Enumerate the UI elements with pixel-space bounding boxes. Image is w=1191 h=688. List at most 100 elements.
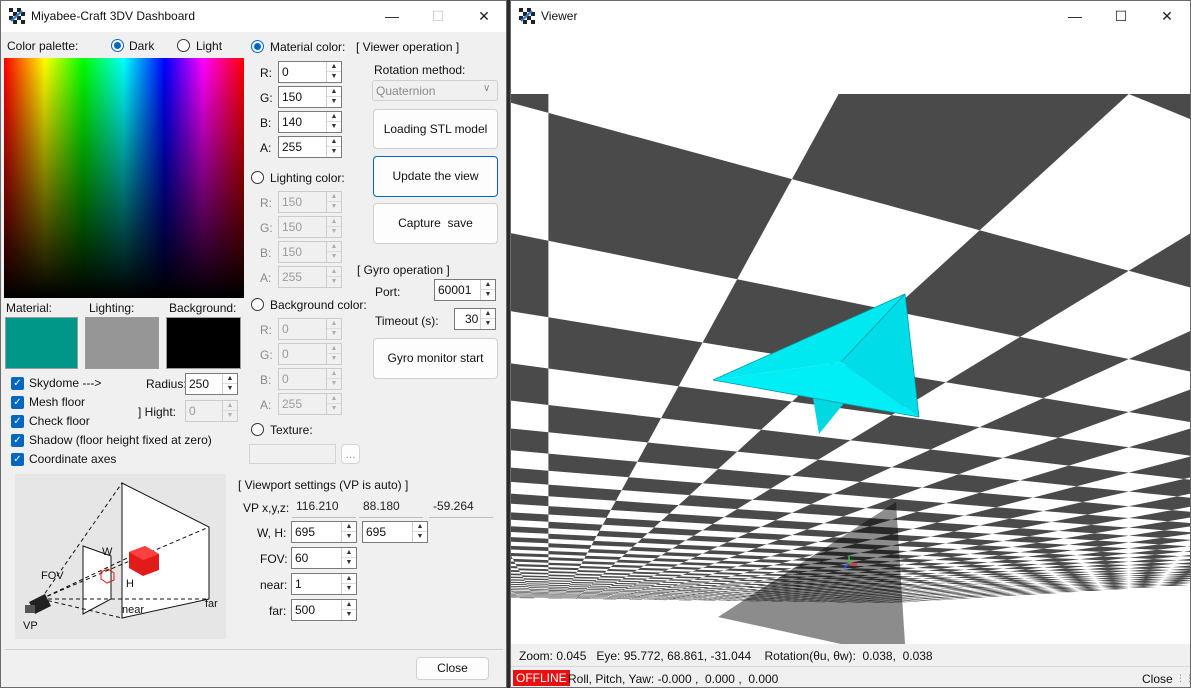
check-floor-checkbox[interactable]: ✓ (11, 415, 24, 428)
material-r-stepper[interactable]: 0 ▲ ▼ (278, 61, 342, 83)
material-g-stepper[interactable]: 150 ▲ ▼ (278, 86, 342, 108)
rotation-method-value: Quaternion (376, 84, 436, 98)
theme-light-radio[interactable] (177, 39, 190, 52)
material-swatch[interactable] (5, 317, 78, 369)
spin-up-icon[interactable]: ▲ (327, 137, 341, 147)
spin-down-icon[interactable]: ▼ (342, 610, 356, 620)
spin-down-icon[interactable]: ▼ (327, 97, 341, 107)
background-b-label: B: (260, 373, 272, 387)
spin-up-icon[interactable]: ▲ (327, 112, 341, 122)
coordinate-axes-checkbox[interactable]: ✓ (11, 453, 24, 466)
spin-down-icon[interactable]: ▼ (327, 122, 341, 132)
check-floor-label[interactable]: Check floor (29, 414, 90, 428)
spin-up-icon[interactable]: ▲ (342, 600, 356, 610)
spin-up-icon[interactable]: ▲ (481, 309, 495, 319)
color-palette-spectrum[interactable] (4, 58, 244, 298)
mesh-floor-checkbox[interactable]: ✓ (11, 396, 24, 409)
background-color-radio[interactable] (251, 298, 264, 311)
fov-stepper[interactable]: 60 ▲ ▼ (291, 547, 357, 569)
spin-down-icon[interactable]: ▼ (223, 384, 237, 394)
spin-up-icon[interactable]: ▲ (342, 574, 356, 584)
dashboard-close-button[interactable]: Close (416, 657, 489, 680)
close-window-button[interactable]: ✕ (461, 1, 506, 32)
spin-up-icon[interactable]: ▲ (327, 87, 341, 97)
viewer-3d-canvas[interactable] (511, 32, 1190, 644)
lighting-color-label[interactable]: Lighting color: (270, 171, 345, 185)
viewer-maximize-button[interactable]: ☐ (1098, 1, 1144, 32)
hight-label: ] Hight: (138, 405, 177, 419)
height-stepper[interactable]: 695 ▲ ▼ (362, 521, 428, 543)
viewer-close-label[interactable]: Close (1142, 672, 1173, 686)
viewer-close-window-button[interactable]: ✕ (1144, 1, 1190, 32)
background-r-stepper: 0 ▲ ▼ (278, 318, 342, 340)
material-a-stepper[interactable]: 255 ▲ ▼ (278, 136, 342, 158)
spin-down-icon: ▼ (330, 405, 338, 412)
update-view-button[interactable]: Update the view (373, 156, 498, 197)
viewer-titlebar[interactable]: Viewer — ☐ ✕ (511, 1, 1190, 32)
spin-down-icon[interactable]: ▼ (342, 558, 356, 568)
material-color-label[interactable]: Material color: (270, 40, 345, 54)
coordinate-axes-label[interactable]: Coordinate axes (29, 452, 116, 466)
lighting-r-label: R: (260, 196, 272, 210)
near-stepper[interactable]: 1 ▲ ▼ (291, 573, 357, 595)
lighting-g-stepper: 150 ▲ ▼ (278, 216, 342, 238)
spin-down-icon[interactable]: ▼ (327, 147, 341, 157)
far-label: far: (269, 604, 287, 618)
material-color-radio[interactable] (251, 40, 264, 53)
spin-up-icon[interactable]: ▲ (342, 548, 356, 558)
background-r-value: 0 (282, 322, 289, 336)
spin-down-icon[interactable]: ▼ (342, 532, 356, 542)
swatch-material-label: Material: (6, 301, 53, 315)
chevron-down-icon: ∨ (483, 83, 491, 94)
material-b-stepper[interactable]: 140 ▲ ▼ (278, 111, 342, 133)
viewer-minimize-button[interactable]: — (1052, 1, 1098, 32)
theme-dark-label[interactable]: Dark (129, 39, 154, 53)
spin-up-icon: ▲ (327, 242, 341, 252)
radius-stepper[interactable]: 250 ▲ ▼ (185, 373, 238, 395)
background-color-label[interactable]: Background color: (270, 298, 367, 312)
texture-radio[interactable] (251, 423, 264, 436)
lighting-swatch[interactable] (85, 317, 159, 369)
loading-stl-button[interactable]: Loading STL model (373, 109, 498, 149)
resize-grip-icon[interactable]: ⋮⋮ (1176, 673, 1190, 684)
spin-up-icon: ▲ (327, 344, 341, 354)
spin-down-icon[interactable]: ▼ (327, 72, 341, 82)
spin-up-icon[interactable]: ▲ (481, 280, 495, 290)
dashboard-titlebar[interactable]: Miyabee-Craft 3DV Dashboard — ☐ ✕ (1, 1, 506, 32)
spin-down-icon[interactable]: ▼ (481, 290, 495, 300)
theme-light-label[interactable]: Light (196, 39, 222, 53)
gyro-monitor-button[interactable]: Gyro monitor start (373, 338, 498, 379)
shadow-label[interactable]: Shadow (floor height fixed at zero) (29, 433, 212, 447)
port-stepper[interactable]: 60001 ▲ ▼ (434, 279, 496, 301)
skydome-label[interactable]: Skydome ---> (29, 376, 101, 390)
background-swatch[interactable] (166, 317, 241, 369)
spin-up-icon[interactable]: ▲ (223, 374, 237, 384)
timeout-stepper[interactable]: 30 ▲ ▼ (454, 308, 496, 330)
lighting-color-radio[interactable] (251, 171, 264, 184)
spin-down-icon[interactable]: ▼ (413, 532, 427, 542)
vp-z-value: -59.264 (429, 496, 493, 518)
lighting-g-value: 150 (282, 220, 303, 234)
lighting-a-stepper: 255 ▲ ▼ (278, 266, 342, 288)
spin-down-icon[interactable]: ▼ (342, 584, 356, 594)
material-a-value: 255 (282, 140, 303, 154)
lighting-a-value: 255 (282, 270, 303, 284)
spin-up-icon[interactable]: ▲ (327, 62, 341, 72)
spin-up-icon[interactable]: ▲ (342, 522, 356, 532)
spin-down-icon[interactable]: ▼ (481, 319, 495, 329)
lighting-r-stepper: 150 ▲ ▼ (278, 191, 342, 213)
mesh-floor-label[interactable]: Mesh floor (29, 395, 85, 409)
shadow-checkbox[interactable]: ✓ (11, 434, 24, 447)
capture-save-button[interactable]: Capture save (373, 203, 498, 244)
theme-dark-radio[interactable] (111, 39, 124, 52)
skydome-checkbox[interactable]: ✓ (11, 377, 24, 390)
lighting-b-value: 150 (282, 245, 303, 259)
hight-stepper: 0 ▲ ▼ (185, 400, 238, 422)
width-stepper[interactable]: 695 ▲ ▼ (291, 521, 357, 543)
texture-label[interactable]: Texture: (270, 423, 313, 437)
minimize-icon: — (385, 8, 399, 24)
minimize-button[interactable]: — (369, 1, 415, 32)
spin-up-icon: ▲ (327, 319, 341, 329)
spin-up-icon[interactable]: ▲ (413, 522, 427, 532)
far-stepper[interactable]: 500 ▲ ▼ (291, 599, 357, 621)
